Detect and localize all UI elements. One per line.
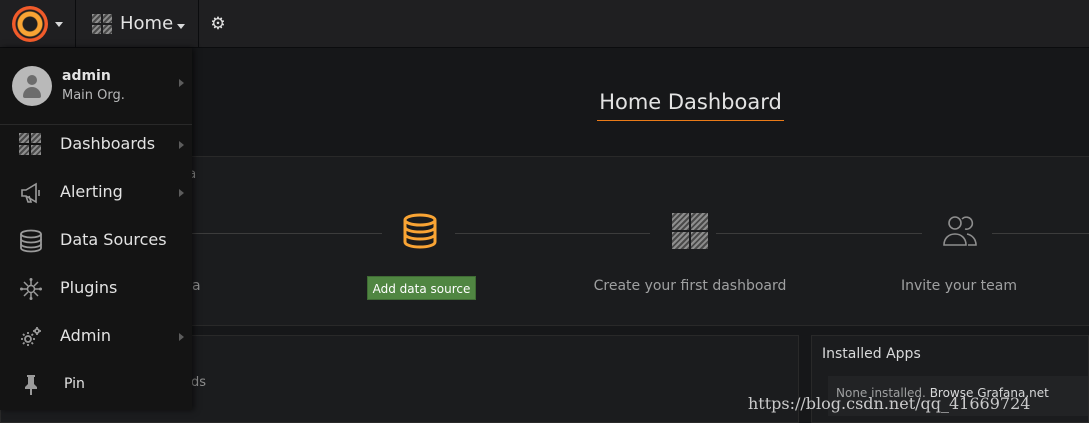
step-connector	[992, 233, 1089, 234]
watermark-text: https://blog.csdn.net/qq_41669724	[748, 394, 1031, 413]
sidebar-item-admin[interactable]: Admin	[0, 313, 192, 361]
chevron-right-icon	[179, 333, 184, 341]
org-name: Main Org.	[62, 88, 125, 103]
dashboard-picker-button[interactable]: Home	[76, 0, 199, 48]
create-dashboard-link[interactable]: Create your first dashboard	[580, 278, 800, 294]
panel-heading-fragment: ds	[191, 375, 207, 390]
sidebar-item-label: Dashboards	[60, 134, 156, 153]
sidebar-item-data-sources[interactable]: Data Sources	[0, 217, 192, 265]
sidebar-item-label: Alerting	[60, 182, 123, 201]
caret-down-icon	[55, 22, 63, 27]
step-connector	[716, 233, 922, 234]
grafana-menu-button[interactable]	[0, 0, 76, 48]
caret-down-icon	[177, 24, 185, 29]
grafana-logo-icon	[12, 6, 48, 42]
dashboard-grid-icon	[19, 133, 41, 155]
dashboard-grid-icon	[92, 14, 112, 34]
step-connector	[192, 233, 382, 234]
avatar	[12, 66, 52, 106]
chevron-right-icon	[179, 189, 184, 197]
megaphone-icon	[21, 182, 40, 204]
dashboard-settings-gear-icon[interactable]: ⚙	[208, 14, 228, 34]
plugins-icon	[20, 278, 42, 300]
dashboard-picker-label: Home	[120, 13, 174, 34]
users-icon	[943, 216, 977, 246]
sidebar-item-pin[interactable]: Pin	[0, 361, 192, 409]
installed-apps-title: Installed Apps	[822, 346, 921, 362]
sidebar-item-label: Plugins	[60, 278, 118, 297]
pin-icon	[25, 375, 37, 395]
step-connector	[455, 233, 650, 234]
sidebar-item-label: Data Sources	[60, 230, 167, 249]
chevron-right-icon	[179, 79, 184, 87]
dashboard-grid-icon	[672, 213, 708, 249]
sidebar-item-alerting[interactable]: Alerting	[0, 169, 192, 217]
page-title: Home Dashboard	[597, 90, 784, 121]
sidebar-item-plugins[interactable]: Plugins	[0, 265, 192, 313]
user-profile-item[interactable]: admin Main Org.	[0, 48, 192, 125]
database-icon	[20, 229, 42, 253]
chevron-right-icon	[179, 141, 184, 149]
invite-team-link[interactable]: Invite your team	[869, 278, 1049, 294]
database-icon	[403, 213, 437, 249]
side-menu: admin Main Org. Dashboards Alerting Data…	[0, 48, 192, 410]
top-navbar: Home ⚙	[0, 0, 1089, 48]
sidebar-item-label: Pin	[64, 376, 85, 392]
step-label-fragment: a	[192, 278, 201, 294]
user-name: admin	[62, 68, 111, 84]
sidebar-item-label: Admin	[60, 326, 111, 345]
cogs-icon	[21, 327, 41, 346]
sidebar-item-dashboards[interactable]: Dashboards	[0, 121, 192, 169]
add-data-source-button[interactable]: Add data source	[367, 276, 476, 300]
